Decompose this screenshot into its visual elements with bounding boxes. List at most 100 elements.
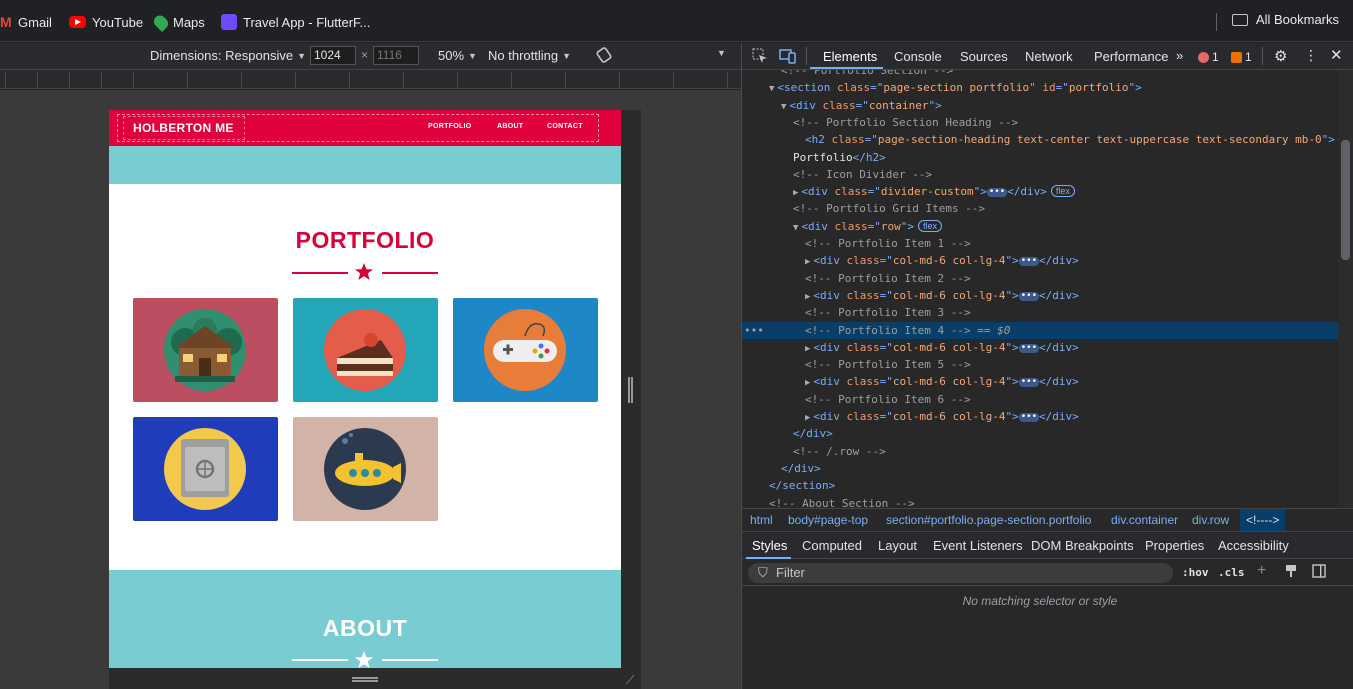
bookmark-youtube[interactable]: YouTube [69,12,143,32]
expand-right-icon[interactable]: ▶ [805,413,810,423]
dom-element-node[interactable]: ▼ <section class="page-section portfolio"… [742,79,1338,96]
width-input[interactable]: 1024 [310,46,356,65]
dom-element-node[interactable]: ▶ <div class="divider-custom"> ••• </div> fl… [742,183,1338,200]
all-bookmarks-button[interactable]: All Bookmarks [1215,12,1339,31]
close-icon[interactable]: ✕ [1330,46,1343,64]
subtab-accessibility[interactable]: Accessibility [1218,538,1289,553]
flex-badge[interactable]: flex [918,219,943,232]
collapsed-ellipsis-icon[interactable]: ••• [1018,291,1040,301]
expand-right-icon[interactable]: ▶ [805,257,810,267]
dom-element-node[interactable]: <h2 class="page-section-heading text-cen… [742,131,1338,148]
portfolio-item-cake[interactable] [293,298,438,402]
toggle-sidebar-icon[interactable] [1312,564,1326,583]
throttling-dropdown[interactable]: No throttling ▼ [488,48,571,63]
expand-right-icon[interactable]: ▶ [805,378,810,388]
expand-right-icon[interactable]: ▶ [805,344,810,354]
collapsed-ellipsis-icon[interactable]: ••• [1018,413,1040,422]
settings-gear-icon[interactable]: ⚙ [1274,47,1287,65]
dom-comment-node[interactable]: ••• <!-- Portfolio Item 4 --> == $0 [742,321,1338,339]
horizontal-grip-icon[interactable] [352,677,378,682]
dom-element-node[interactable]: ▶ <div class="col-md-6 col-lg-4"> ••• </div… [742,287,1338,304]
tab-elements[interactable]: Elements [823,49,877,64]
subtab-layout[interactable]: Layout [878,538,917,553]
dom-element-node[interactable]: </section> [742,477,1338,494]
dom-comment-node[interactable]: <!-- Portfolio Grid Items --> [742,200,1338,217]
dom-comment-node[interactable]: <!-- /.row --> [742,443,1338,460]
vertical-grip-icon[interactable] [628,377,633,403]
tab-console[interactable]: Console [894,49,942,64]
hov-toggle[interactable]: :hov [1182,566,1209,579]
nav-about-link[interactable]: ABOUT [497,123,523,130]
dom-element-node[interactable]: ▼ <div class="row"> flex [742,218,1338,235]
tab-network[interactable]: Network [1025,49,1073,64]
dom-element-node[interactable]: ▶ <div class="col-md-6 col-lg-4"> ••• </div… [742,373,1338,390]
dom-comment-node[interactable]: <!-- Portfolio Item 6 --> [742,391,1338,408]
expand-down-icon[interactable]: ▼ [793,223,798,233]
zoom-dropdown[interactable]: 50% ▼ [438,48,477,63]
height-input[interactable]: 1116 [373,46,419,65]
portfolio-item-game-controller[interactable] [453,298,598,402]
dom-comment-node[interactable]: <!-- Portfolio Section Heading --> [742,114,1338,131]
more-vert-icon[interactable]: ⋮ [1304,47,1318,64]
subtab-event-listeners[interactable]: Event Listeners [933,538,1023,553]
subtab-dom-breakpoints[interactable]: DOM Breakpoints [1031,538,1134,553]
subtab-computed[interactable]: Computed [802,538,862,553]
bookmark-maps[interactable]: Maps [151,12,205,32]
dom-element-node[interactable]: </div> [742,460,1338,477]
portfolio-item-cabin[interactable] [133,298,278,402]
collapsed-ellipsis-icon[interactable]: ••• [986,188,1008,198]
cls-toggle[interactable]: .cls [1218,566,1245,579]
elements-dom-tree[interactable]: <!-- Portfolio Section --> ▼ <section clas… [742,70,1338,508]
expand-right-icon[interactable]: ▶ [793,188,798,198]
collapsed-ellipsis-icon[interactable]: ••• [1018,378,1040,388]
portfolio-item-safe[interactable] [133,417,278,521]
more-tabs-icon[interactable]: » [1176,48,1183,63]
bookmark-travel-app[interactable]: Travel App - FlutterF... [221,12,370,32]
collapsed-ellipsis-icon[interactable]: ••• [1018,343,1040,353]
breadcrumb-item[interactable]: html [750,513,773,527]
filter-input[interactable]: ⛉ Filter [748,563,1173,583]
expand-right-icon[interactable]: ▶ [805,292,810,302]
flex-badge[interactable]: flex [1050,185,1075,198]
expand-down-icon[interactable]: ▼ [769,84,774,94]
subtab-styles[interactable]: Styles [752,538,787,553]
dom-tree-scrollbar[interactable] [1338,70,1353,508]
error-count-badge[interactable]: 1 [1198,50,1219,64]
portfolio-item-submarine[interactable] [293,417,438,521]
dom-element-node[interactable]: ▶ <div class="col-md-6 col-lg-4"> ••• </div… [742,252,1338,269]
nav-contact-link[interactable]: CONTACT [547,123,583,130]
inspect-element-icon[interactable] [752,48,768,67]
more-options-caret-icon[interactable]: ▼ [717,48,726,58]
corner-resize-icon[interactable]: ⟋ [626,673,634,688]
expand-down-icon[interactable]: ▼ [781,102,786,112]
dom-element-node[interactable]: Portfolio</h2> [742,149,1338,166]
warning-count-badge[interactable]: 1 [1231,50,1252,64]
breadcrumb-item[interactable]: body#page-top [788,513,868,527]
dom-comment-node[interactable]: <!-- Icon Divider --> [742,166,1338,183]
tab-performance[interactable]: Performance [1094,49,1168,64]
dom-element-node[interactable]: ▶ <div class="col-md-6 col-lg-4"> ••• </div… [742,408,1338,425]
scrollbar-thumb[interactable] [1341,140,1350,260]
paint-icon[interactable] [1284,564,1298,583]
breadcrumb-item[interactable]: div.container [1111,513,1178,527]
breadcrumb-item[interactable]: <!----> [1240,509,1286,531]
dom-element-node[interactable]: </div> [742,425,1338,442]
dom-comment-node[interactable]: <!-- Portfolio Item 5 --> [742,356,1338,373]
add-rule-icon[interactable]: + [1257,562,1266,580]
dom-element-node[interactable]: ▶ <div class="col-md-6 col-lg-4"> ••• </div… [742,339,1338,356]
dom-comment-node[interactable]: <!-- About Section --> [742,495,1338,509]
bookmark-gmail[interactable]: M Gmail [0,12,52,32]
dom-element-node[interactable]: ▼ <div class="container"> [742,97,1338,114]
dom-comment-node[interactable]: <!-- Portfolio Item 1 --> [742,235,1338,252]
dom-comment-node[interactable]: <!-- Portfolio Item 2 --> [742,270,1338,287]
dimensions-dropdown[interactable]: Dimensions: Responsive ▼ [150,48,306,63]
device-toggle-icon[interactable] [779,48,796,67]
breadcrumb-item[interactable]: div.row [1192,513,1229,527]
tab-sources[interactable]: Sources [960,49,1008,64]
subtab-properties[interactable]: Properties [1145,538,1204,553]
dom-comment-node[interactable]: <!-- Portfolio Section --> [742,70,1338,79]
site-brand[interactable]: HOLBERTON ME [133,121,234,135]
rotate-icon[interactable] [595,46,613,64]
collapsed-ellipsis-icon[interactable]: ••• [1018,257,1040,267]
breadcrumb-item[interactable]: section#portfolio.page-section.portfolio [886,513,1091,527]
